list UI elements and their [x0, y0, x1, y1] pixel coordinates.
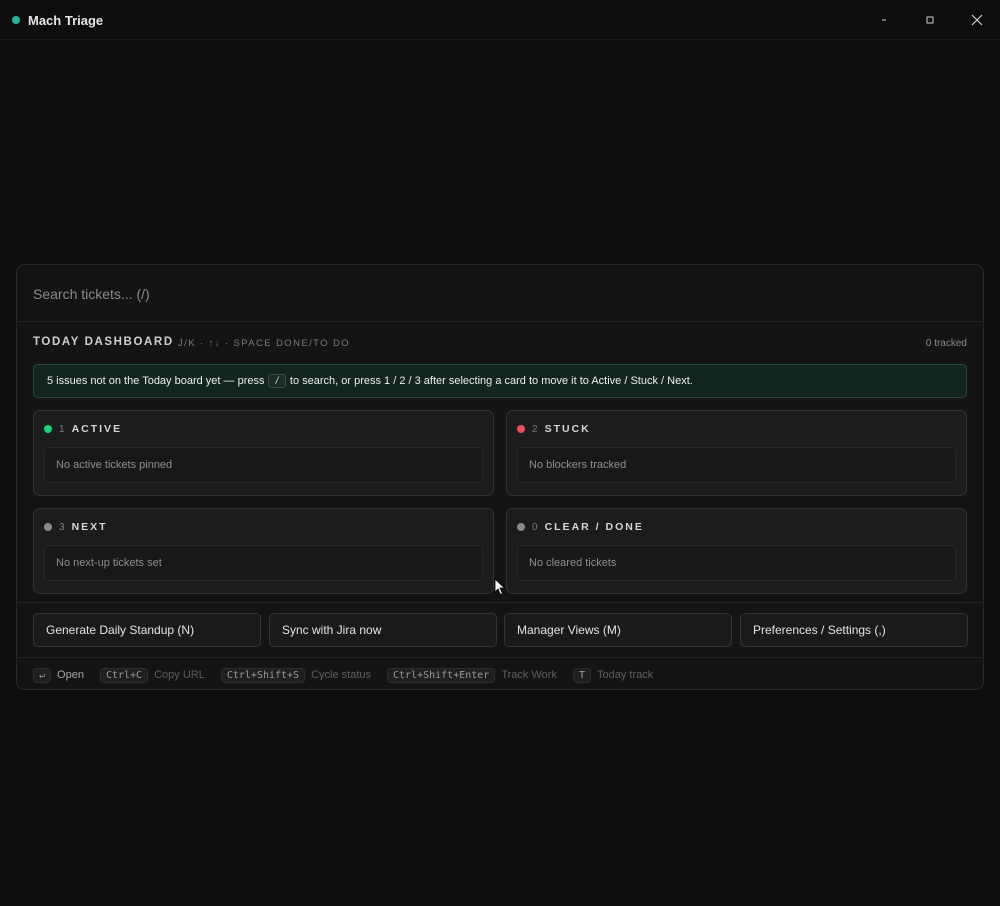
- shortcut-label: Track Work: [501, 669, 557, 681]
- lane-header: 0 CLEAR / DONE: [517, 521, 644, 533]
- lane-title: STUCK: [544, 423, 591, 435]
- lane-number: 3: [59, 521, 65, 533]
- lane-next[interactable]: 3 NEXT No next-up tickets set: [33, 508, 494, 594]
- dashboard-title: TODAY DASHBOARD: [33, 336, 174, 348]
- minimize-button[interactable]: [861, 0, 907, 40]
- lane-empty-state: No next-up tickets set: [44, 545, 483, 581]
- command-palette: TODAY DASHBOARD J/K · ↑↓ · SPACE DONE/TO…: [16, 264, 984, 690]
- notice-search-key: /: [268, 374, 286, 388]
- shortcut-key: T: [572, 667, 591, 683]
- lane-number: 1: [59, 423, 65, 435]
- status-dot-red: [517, 425, 525, 433]
- maximize-button[interactable]: [907, 0, 953, 40]
- shortcut-label: Copy URL: [154, 669, 205, 681]
- lane-active[interactable]: 1 ACTIVE No active tickets pinned: [33, 410, 494, 496]
- divider: [17, 657, 983, 658]
- app-window: Mach Triage TODAY DASHBOARD J/K · ↑↓ · S…: [0, 0, 1000, 906]
- dashboard-header: TODAY DASHBOARD J/K · ↑↓ · SPACE DONE/TO…: [33, 335, 967, 351]
- enter-key-icon: ↵: [33, 667, 52, 683]
- maximize-icon: [926, 16, 934, 24]
- minimize-icon: [882, 19, 886, 21]
- sync-jira-button[interactable]: Sync with Jira now: [269, 613, 497, 647]
- dashboard-shortcut-hint: J/K · ↑↓ · SPACE DONE/TO DO: [178, 338, 351, 349]
- lane-clear-done[interactable]: 0 CLEAR / DONE No cleared tickets: [506, 508, 967, 594]
- lane-header: 1 ACTIVE: [44, 423, 122, 435]
- manager-views-button[interactable]: Manager Views (M): [504, 613, 732, 647]
- lane-title: NEXT: [71, 521, 108, 533]
- search-row: [17, 265, 983, 322]
- shortcut-footer: ↵ Open Ctrl+C Copy URL Ctrl+Shift+S Cycl…: [33, 666, 669, 684]
- shortcut-key: Ctrl+Shift+Enter: [387, 667, 496, 683]
- tracked-count: 0 tracked: [925, 338, 967, 349]
- shortcut-label: Today track: [596, 669, 654, 681]
- notice-text-after: to search, or press 1 / 2 / 3 after sele…: [289, 375, 693, 387]
- search-input[interactable]: [33, 283, 933, 305]
- divider: [17, 602, 983, 603]
- untracked-issues-notice: 5 issues not on the Today board yet — pr…: [33, 364, 967, 398]
- shortcut-key: Ctrl+C: [99, 667, 149, 683]
- lane-title: ACTIVE: [71, 423, 123, 435]
- status-dot-green: [44, 425, 52, 433]
- notice-text-before: 5 issues not on the Today board yet — pr…: [47, 375, 265, 387]
- status-dot-gray: [517, 523, 525, 531]
- mouse-pointer-icon: [494, 578, 506, 596]
- generate-standup-button[interactable]: Generate Daily Standup (N): [33, 613, 261, 647]
- close-icon: [971, 14, 983, 26]
- lane-number: 2: [532, 423, 538, 435]
- shortcut-key: Ctrl+Shift+S: [220, 667, 306, 683]
- close-button[interactable]: [954, 0, 1000, 40]
- shortcut-label: Cycle status: [311, 669, 371, 681]
- app-title: Mach Triage: [28, 13, 104, 28]
- lane-empty-state: No blockers tracked: [517, 447, 956, 483]
- lane-empty-state: No active tickets pinned: [44, 447, 483, 483]
- lane-empty-state: No cleared tickets: [517, 545, 956, 581]
- preferences-button[interactable]: Preferences / Settings (,): [740, 613, 968, 647]
- lane-title: CLEAR / DONE: [544, 521, 644, 533]
- shortcut-label: Open: [57, 669, 84, 681]
- app-status-dot: [12, 16, 20, 24]
- lane-header: 2 STUCK: [517, 423, 591, 435]
- lane-stuck[interactable]: 2 STUCK No blockers tracked: [506, 410, 967, 496]
- title-bar: Mach Triage: [0, 0, 1000, 40]
- lane-header: 3 NEXT: [44, 521, 108, 533]
- lane-number: 0: [532, 521, 538, 533]
- status-dot-gray: [44, 523, 52, 531]
